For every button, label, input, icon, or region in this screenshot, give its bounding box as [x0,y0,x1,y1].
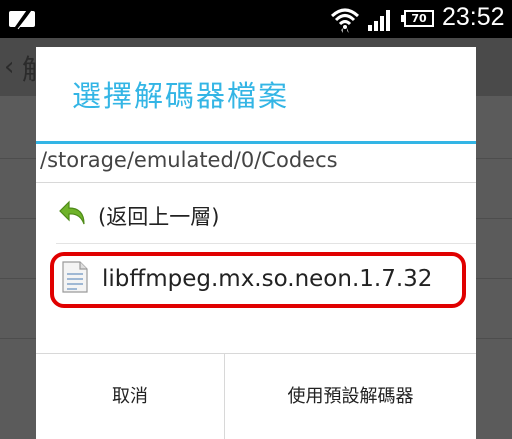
highlight-outline [50,252,466,308]
use-default-decoder-button[interactable]: 使用預設解碼器 [225,354,476,439]
list-divider [56,243,476,244]
battery-icon: 70 [401,10,434,27]
title-divider [36,141,476,144]
status-clock: 23:52 [442,3,505,31]
dialog-title: 選擇解碼器檔案 [72,79,290,113]
back-chevron-icon: ‹ [4,52,15,82]
go-up-label: (返回上一層) [98,205,220,229]
select-codec-dialog: 選擇解碼器檔案 /storage/emulated/0/Codecs (返回上一… [36,47,476,439]
cancel-button[interactable]: 取消 [36,354,224,439]
status-bar: 70 23:52 [0,0,512,38]
back-arrow-icon [58,199,88,231]
battery-saver-icon [8,7,38,34]
path-divider [36,182,476,183]
current-path: /storage/emulated/0/Codecs [40,148,338,172]
go-up-item[interactable]: (返回上一層) [56,195,456,235]
signal-icon [368,9,394,35]
wifi-icon [330,6,360,38]
